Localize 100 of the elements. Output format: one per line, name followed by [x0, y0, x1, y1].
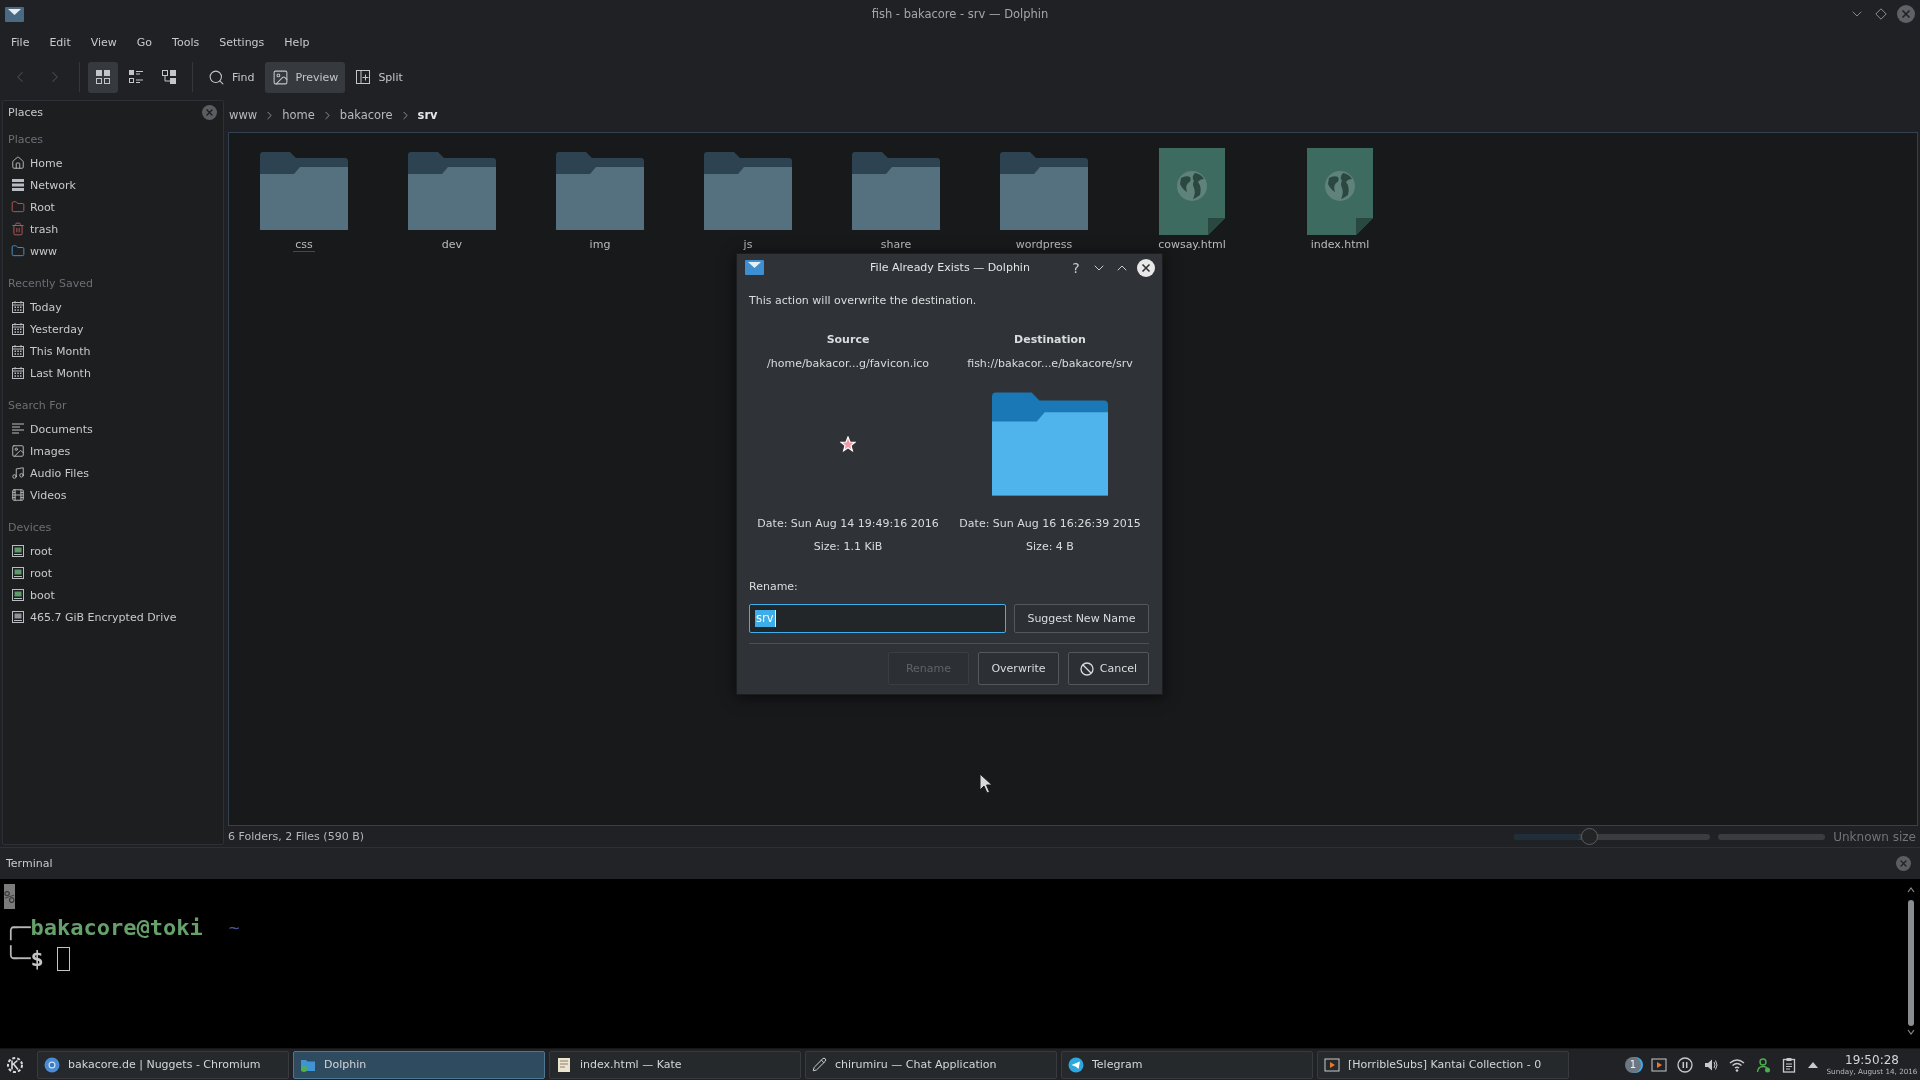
menu-item[interactable]: Settings — [209, 28, 275, 58]
folder-icon[interactable] — [704, 152, 792, 230]
image-icon — [11, 444, 25, 458]
mouse-pointer-icon — [979, 773, 993, 794]
video-player-icon[interactable] — [1651, 1056, 1667, 1073]
places-item[interactable]: Last Month — [3, 362, 221, 384]
file-name[interactable]: dev — [439, 238, 465, 252]
search-icon — [208, 68, 225, 86]
launcher-icon[interactable] — [6, 1055, 24, 1074]
icons-view-button[interactable] — [88, 61, 118, 93]
file-name[interactable]: index.html — [1308, 238, 1372, 252]
dialog-button[interactable]: Cancel — [1068, 652, 1149, 685]
home-icon — [11, 156, 25, 170]
breadcrumb-item[interactable]: www — [229, 108, 258, 122]
clipboard-icon[interactable] — [1781, 1056, 1797, 1073]
browser-icon — [44, 1056, 60, 1073]
notification-count[interactable]: 1 — [1625, 1056, 1641, 1073]
menu-item[interactable]: File — [1, 28, 40, 58]
text-cursor-icon — [774, 610, 776, 627]
breadcrumb-item[interactable]: bakacore — [339, 108, 393, 122]
places-item[interactable]: Images — [3, 440, 221, 462]
places-item[interactable]: boot — [3, 584, 221, 606]
file-path: fish://bakacor...e/bakacore/srv — [967, 356, 1133, 372]
folder-icon — [11, 244, 25, 258]
preview-button[interactable]: Preview — [264, 61, 346, 93]
file-name[interactable]: img — [587, 238, 613, 252]
status-text: 6 Folders, 2 Files (590 B) — [228, 830, 364, 843]
file-name[interactable]: share — [878, 238, 914, 252]
close-icon[interactable] — [1137, 258, 1155, 277]
drive-icon — [11, 544, 25, 558]
places-item[interactable]: Yesterday — [3, 318, 221, 340]
file-name[interactable]: js — [741, 238, 755, 252]
places-item[interactable]: Home — [3, 152, 221, 174]
places-item[interactable]: Audio Files — [3, 462, 221, 484]
places-item[interactable]: root — [3, 540, 221, 562]
calendar-icon — [11, 344, 25, 358]
breadcrumb-item[interactable]: home — [282, 108, 315, 122]
folder-icon[interactable] — [1000, 152, 1088, 230]
section-heading: Recently Saved — [8, 277, 94, 290]
folder-icon[interactable] — [556, 152, 644, 230]
paper-plane-icon — [1068, 1056, 1084, 1073]
web-page-icon[interactable] — [1307, 147, 1373, 235]
server-icon — [11, 178, 25, 192]
file-name[interactable]: css — [293, 238, 315, 252]
folder-icon[interactable] — [260, 152, 348, 230]
wifi-icon[interactable] — [1729, 1056, 1745, 1073]
find-button[interactable]: Find — [201, 61, 262, 93]
menu-item[interactable]: View — [80, 28, 127, 58]
places-item[interactable]: Today — [3, 296, 221, 318]
music-note-icon — [11, 466, 25, 480]
text-lines-icon — [11, 422, 25, 436]
drive-icon — [11, 610, 25, 624]
terminal[interactable]: % ╭─bakacore@toki ~ ╰─$ — [0, 879, 1920, 1048]
places-item[interactable]: root — [3, 562, 221, 584]
drive-icon — [11, 588, 25, 602]
rename-label: Rename: — [749, 579, 798, 595]
places-item[interactable]: This Month — [3, 340, 221, 362]
menu-item[interactable]: Edit — [39, 28, 81, 58]
menu-item[interactable]: Go — [126, 28, 163, 58]
places-item[interactable]: Root — [3, 196, 221, 218]
maximize-icon[interactable] — [1875, 8, 1887, 20]
document-icon — [556, 1056, 572, 1073]
suggest-name-button[interactable]: Suggest New Name — [1014, 604, 1149, 633]
breadcrumb-item[interactable]: srv — [417, 108, 438, 122]
dialog-button[interactable]: Overwrite — [978, 652, 1059, 685]
task-button[interactable]: chirumiru — Chat Application — [805, 1050, 1057, 1079]
places-item[interactable]: Network — [3, 174, 221, 196]
places-item[interactable]: 465.7 GiB Encrypted Drive — [3, 606, 221, 628]
task-button[interactable]: Telegram — [1061, 1050, 1313, 1079]
app-icon[interactable] — [5, 6, 24, 22]
prompt-symbol: $ — [30, 946, 44, 973]
places-item[interactable]: trash — [3, 218, 221, 240]
file-name[interactable]: wordpress — [1013, 238, 1075, 252]
folder-icon[interactable] — [852, 152, 940, 230]
menu-item[interactable]: Tools — [162, 28, 210, 58]
prompt-corner: ╭─ — [4, 914, 31, 943]
places-item[interactable]: Documents — [3, 418, 221, 440]
column-heading: Source — [826, 332, 870, 348]
line-mark: % — [4, 884, 15, 909]
help-button[interactable]: ? — [1068, 259, 1084, 276]
task-button[interactable]: Dolphin — [293, 1050, 545, 1079]
free-space-text: Unknown size — [1833, 829, 1916, 844]
web-page-icon[interactable] — [1159, 147, 1225, 235]
places-item[interactable]: www — [3, 240, 221, 262]
task-button[interactable]: index.html — Kate — [549, 1050, 801, 1079]
file-name[interactable]: cowsay.html — [1156, 238, 1228, 252]
drive-icon — [11, 566, 25, 580]
pencil-icon — [812, 1057, 827, 1072]
places-item[interactable]: Videos — [3, 484, 221, 506]
task-button[interactable]: [HorribleSubs] Kantai Collection - 0 — [1317, 1050, 1569, 1079]
tree-icon — [161, 69, 177, 85]
split-button[interactable]: Split — [348, 61, 410, 93]
task-button[interactable]: bakacore.de | Nuggets - Chromium — [37, 1050, 289, 1079]
triangle-up-icon[interactable] — [1807, 1060, 1819, 1069]
menu-item[interactable]: Help — [274, 28, 320, 58]
pause-icon[interactable] — [1677, 1056, 1693, 1073]
folder-icon[interactable] — [408, 152, 496, 230]
slider-handle[interactable] — [1580, 827, 1598, 845]
section-heading: Devices — [8, 521, 52, 534]
user-icon[interactable] — [1755, 1056, 1771, 1073]
